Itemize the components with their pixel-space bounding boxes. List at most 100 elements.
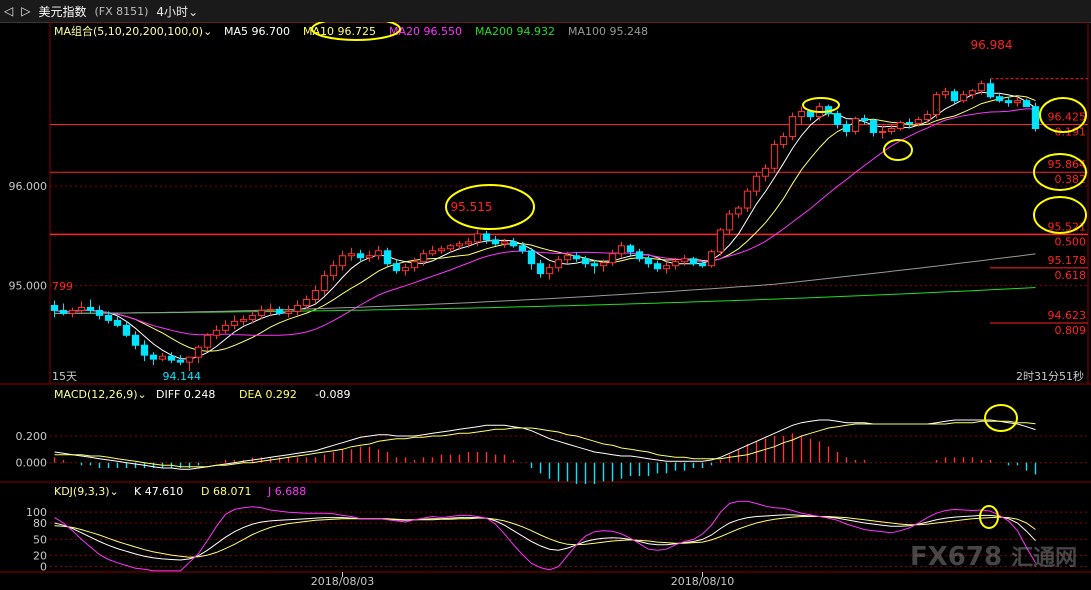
- candle-body: [1022, 100, 1031, 108]
- fib-ratio-label: 0.809: [1055, 324, 1087, 337]
- candle-body: [50, 304, 59, 311]
- x-date-label: 2018/08/03: [311, 575, 374, 588]
- ma-legend-item: MA200 94.932: [475, 25, 555, 38]
- candle-body: [509, 241, 518, 247]
- watermark-brand: FX678: [910, 542, 1003, 572]
- candle-body: [239, 318, 248, 322]
- kdj-legend-item: J 6.688: [267, 485, 306, 498]
- candle-body: [932, 94, 941, 116]
- candle-body: [248, 314, 257, 320]
- price-y-tick: 96.000: [9, 180, 48, 193]
- candle-body: [581, 258, 590, 265]
- candle-body: [428, 250, 437, 255]
- candle-body: [734, 207, 743, 215]
- low-price-label: 94.144: [163, 370, 202, 383]
- candle-body: [1013, 100, 1022, 104]
- candle-body: [86, 306, 95, 311]
- fib-ratio-label: 0.618: [1055, 269, 1087, 282]
- candle-body: [617, 245, 626, 255]
- candle-body: [743, 190, 752, 209]
- watermark-logo: FX678 汇通网: [910, 540, 1077, 572]
- candle-body: [293, 304, 302, 312]
- macd-dea-line: [54, 420, 1036, 468]
- candle-body: [482, 233, 491, 241]
- period-selector[interactable]: 4小时⌄: [152, 3, 202, 20]
- candle-body: [329, 265, 338, 277]
- candle-body: [131, 334, 140, 346]
- candle-body: [572, 255, 581, 260]
- candle-body: [1031, 106, 1040, 129]
- candle-body: [383, 250, 392, 265]
- candle-body: [896, 122, 905, 129]
- candle-body: [518, 245, 527, 252]
- ma-legend-item: MA5 96.700: [224, 25, 290, 38]
- candle-body: [797, 111, 806, 118]
- highlight-circle: [984, 404, 1018, 432]
- forward-arrow-icon[interactable]: ▷: [17, 4, 34, 18]
- left-price-label: 799: [52, 280, 73, 293]
- candle-body: [266, 308, 275, 311]
- candle-body: [716, 229, 725, 253]
- candle-body: [860, 118, 869, 122]
- candle-body: [959, 94, 968, 102]
- watermark-tag: 汇通网: [1011, 546, 1078, 571]
- symbol-name[interactable]: 美元指数: [34, 3, 90, 20]
- chevron-down-icon: ⌄: [188, 4, 199, 19]
- candle-body: [356, 253, 365, 259]
- ma200-line: [54, 287, 1036, 314]
- candle-body: [833, 113, 842, 126]
- candle-body: [653, 263, 662, 270]
- kdj-legend-label: KDJ(9,3,3)⌄: [54, 485, 119, 498]
- ma5-line: [54, 91, 1036, 360]
- candle-body: [770, 143, 779, 169]
- candle-body: [194, 346, 203, 358]
- kdj-k-line: [54, 514, 1036, 561]
- candle-body: [473, 233, 482, 243]
- price-y-tick: 95.000: [9, 280, 48, 293]
- candle-body: [761, 167, 770, 177]
- candle-body: [671, 261, 680, 267]
- fib-price-label: 94.623: [1048, 309, 1087, 322]
- back-arrow-icon[interactable]: ◁: [0, 4, 17, 18]
- period-label: 4小时: [156, 4, 189, 19]
- candle-body: [302, 298, 311, 306]
- toolbar: ◁ ▷ 美元指数 (FX 8151) 4小时⌄: [0, 0, 1091, 23]
- x-date-label: 2018/08/10: [671, 575, 734, 588]
- candle-body: [374, 250, 383, 257]
- fib-price-label: 95.178: [1048, 254, 1087, 267]
- candle-body: [599, 262, 608, 267]
- candle-body: [176, 359, 185, 363]
- kdj-legend-item: K 47.610: [134, 485, 183, 498]
- candle-body: [500, 241, 509, 245]
- candle-body: [680, 258, 689, 263]
- candle-body: [113, 319, 122, 326]
- macd-legend-item: DIFF 0.248: [156, 388, 215, 401]
- macd-legend-item: DEA 0.292: [239, 388, 297, 401]
- candle-body: [779, 135, 788, 145]
- candle-body: [140, 344, 149, 356]
- candle-body: [401, 267, 410, 272]
- price-panel-frame: [49, 22, 1089, 385]
- candle-body: [311, 290, 320, 300]
- countdown-label: 2时31分51秒: [1016, 369, 1084, 383]
- candle-body: [203, 334, 212, 348]
- candle-body: [698, 263, 707, 267]
- candle-body: [230, 320, 239, 326]
- fib-ratio-label: 0.382: [1055, 173, 1087, 186]
- candle-body: [320, 275, 329, 292]
- candle-body: [257, 309, 266, 316]
- macd-legend-item: -0.089: [315, 388, 350, 401]
- candle-body: [185, 356, 194, 363]
- kdj-y-tick: 50: [33, 533, 47, 546]
- candle-body: [752, 175, 761, 192]
- candle-body: [608, 253, 617, 264]
- candle-body: [905, 122, 914, 125]
- ma100-line: [54, 253, 1036, 314]
- candle-body: [635, 251, 644, 260]
- candle-body: [167, 355, 176, 361]
- candle-body: [275, 308, 284, 314]
- candle-body: [338, 255, 347, 267]
- candle-body: [914, 119, 923, 125]
- candle-body: [842, 124, 851, 132]
- macd-diff-line: [54, 419, 1036, 470]
